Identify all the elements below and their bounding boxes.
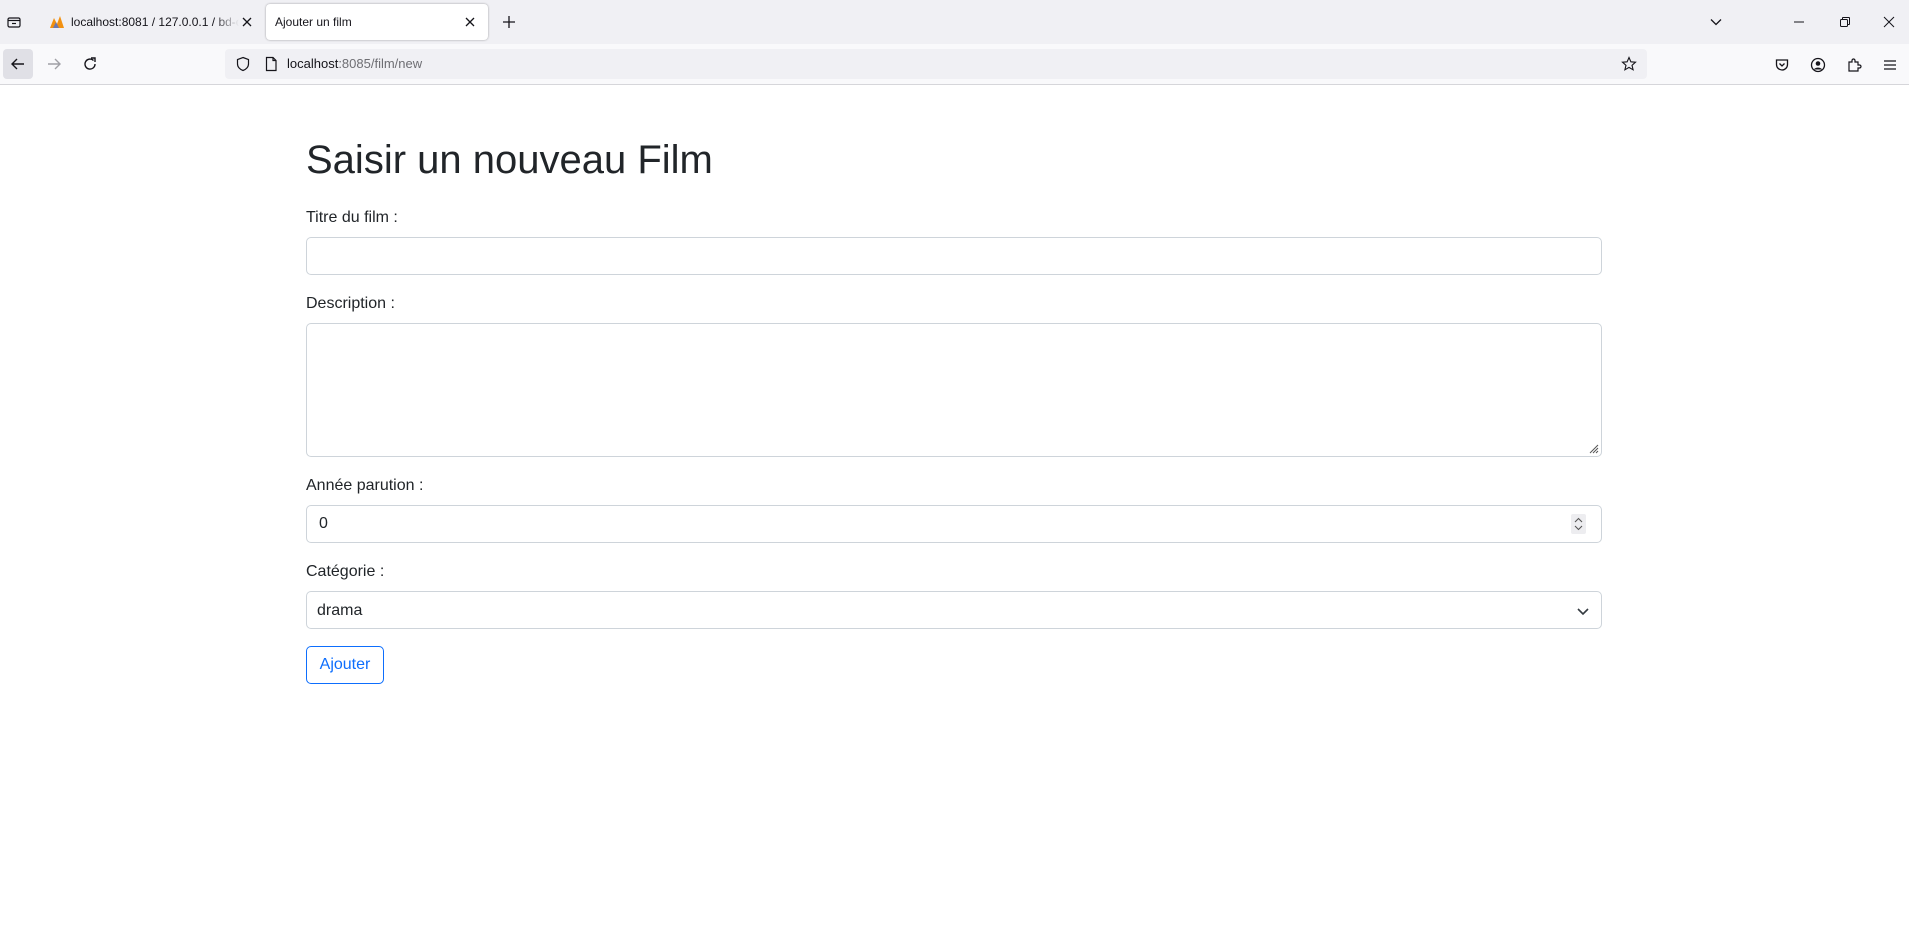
annee-value: 0 [319, 515, 328, 532]
page-icon[interactable] [263, 56, 279, 72]
close-tab-icon[interactable] [239, 14, 255, 30]
tab-ajouter-un-film[interactable]: Ajouter un film [266, 4, 488, 40]
plus-icon [503, 16, 515, 28]
annee-label: Année parution : [306, 477, 424, 494]
url-host: localhost [287, 56, 339, 71]
description-label: Description : [306, 295, 395, 312]
chevron-down-icon [1577, 608, 1589, 616]
categorie-selected-value: drama [317, 602, 363, 619]
url-text[interactable]: localhost:8085/film/new [287, 56, 422, 72]
extensions-button[interactable] [1845, 56, 1863, 74]
forward-button[interactable] [39, 49, 69, 79]
tab-title: localhost:8081 / 127.0.0.1 / bd-cinema |… [71, 15, 239, 29]
minimize-icon [1794, 21, 1804, 23]
close-tab-icon[interactable] [462, 14, 478, 30]
page-title: Saisir un nouveau Film [306, 138, 713, 182]
ajouter-button[interactable]: Ajouter [306, 646, 384, 684]
annee-number-input[interactable]: 0 [306, 505, 1602, 543]
categorie-label: Catégorie : [306, 563, 385, 580]
number-spinner-icon[interactable] [1571, 514, 1586, 534]
back-button[interactable] [3, 49, 33, 79]
reload-button[interactable] [75, 49, 105, 79]
close-icon [1883, 16, 1894, 28]
pocket-icon [1775, 59, 1789, 71]
restore-button[interactable] [1822, 0, 1868, 44]
hamburger-menu-icon [1884, 60, 1896, 70]
bookmark-star-icon[interactable] [1621, 56, 1637, 72]
tab-title: Ajouter un film [275, 15, 352, 29]
list-all-tabs-button[interactable] [1706, 12, 1726, 32]
arrow-right-icon [48, 58, 61, 70]
phpmyadmin-icon [50, 16, 64, 28]
close-window-button[interactable] [1868, 0, 1909, 44]
chevron-down-icon [1710, 19, 1722, 26]
tab-list-button[interactable] [0, 4, 28, 40]
shield-icon[interactable] [235, 56, 251, 72]
titre-input[interactable] [306, 237, 1602, 275]
browser-nav-bar: localhost:8085/film/new [0, 44, 1909, 85]
app-menu-button[interactable] [1881, 56, 1899, 74]
titre-label: Titre du film : [306, 209, 398, 226]
new-tab-button[interactable] [499, 12, 519, 32]
resize-grip-icon[interactable] [1587, 442, 1599, 454]
tab-list-icon [7, 17, 21, 28]
account-button[interactable] [1809, 56, 1827, 74]
categorie-select[interactable]: drama [306, 591, 1602, 629]
minimize-button[interactable] [1776, 0, 1822, 44]
pocket-button[interactable] [1773, 56, 1791, 74]
tab-phpmyadmin[interactable]: localhost:8081 / 127.0.0.1 / bd-cinema |… [41, 4, 261, 40]
browser-tab-bar: localhost:8081 / 127.0.0.1 / bd-cinema |… [0, 0, 1909, 44]
reload-icon [84, 57, 96, 70]
description-textarea[interactable] [306, 323, 1602, 457]
puzzle-icon [1848, 58, 1862, 72]
account-icon [1810, 57, 1826, 73]
restore-icon [1840, 17, 1850, 27]
url-path: :8085/film/new [338, 56, 423, 71]
arrow-left-icon [11, 58, 24, 70]
url-bar[interactable]: localhost:8085/film/new [225, 49, 1647, 79]
